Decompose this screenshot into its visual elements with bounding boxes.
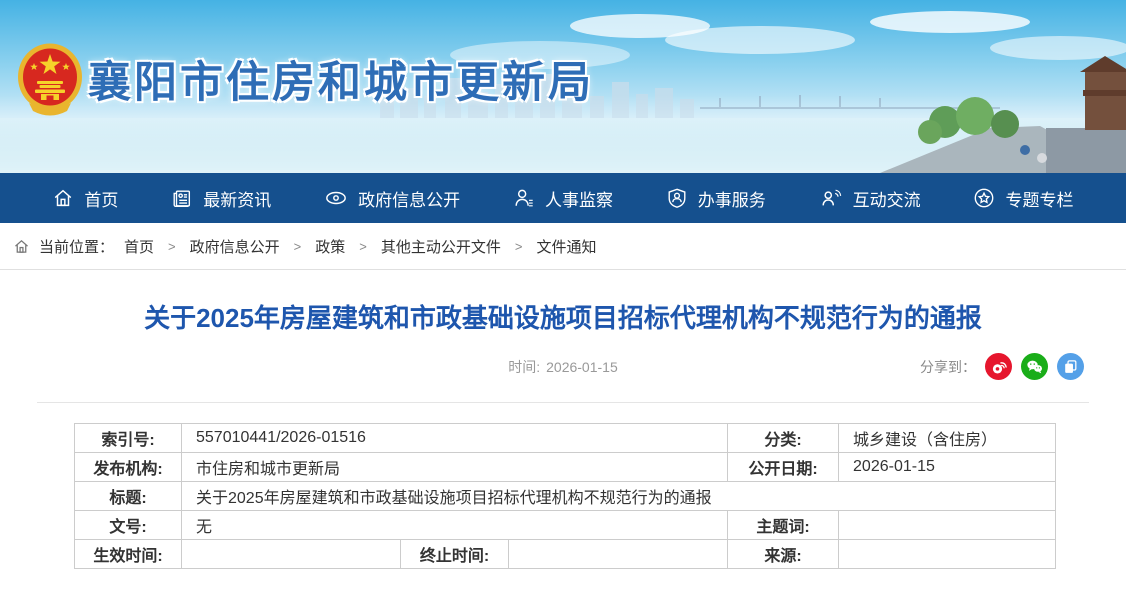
table-row: 发布机构: 市住房和城市更新局 公开日期: 2026-01-15 xyxy=(75,453,1056,482)
breadcrumb: 当前位置： 首页 > 政府信息公开 > 政策 > 其他主动公开文件 > 文件通知 xyxy=(0,223,1126,270)
breadcrumb-item-home[interactable]: 首页 xyxy=(124,236,154,257)
index-number-label: 索引号: xyxy=(75,424,182,453)
publisher-value: 市住房和城市更新局 xyxy=(182,453,728,482)
nav-item-special-topics[interactable]: 专题专栏 xyxy=(973,186,1073,211)
nav-item-label: 互动交流 xyxy=(853,186,921,211)
breadcrumb-item-other-docs[interactable]: 其他主动公开文件 xyxy=(381,236,501,257)
nav-item-label: 人事监察 xyxy=(545,186,613,211)
eye-icon xyxy=(324,187,348,209)
table-row: 生效时间: 终止时间: 来源: xyxy=(75,540,1056,569)
site-banner: 襄阳市住房和城市更新局 xyxy=(0,0,1126,173)
nav-item-label: 办事服务 xyxy=(698,186,766,211)
category-label: 分类: xyxy=(728,424,839,453)
time-value: 2026-01-15 xyxy=(546,359,618,375)
source-value xyxy=(839,540,1056,569)
breadcrumb-home-icon xyxy=(13,238,30,255)
share-bar: 分享到： xyxy=(920,353,1084,380)
national-emblem xyxy=(15,41,85,119)
publisher-label: 发布机构: xyxy=(75,453,182,482)
nav-item-interaction[interactable]: 互动交流 xyxy=(819,186,921,211)
effective-date-value xyxy=(182,540,401,569)
main-nav: 首页 最新资讯 政府信息公开 人事监察 办事服务 互动交流 xyxy=(0,173,1126,223)
nav-item-news[interactable]: 最新资讯 xyxy=(171,186,271,211)
nav-item-services[interactable]: 办事服务 xyxy=(666,186,766,211)
nav-item-label: 首页 xyxy=(84,186,118,211)
news-icon xyxy=(171,187,193,209)
nav-item-label: 最新资讯 xyxy=(203,186,271,211)
nav-item-label: 专题专栏 xyxy=(1005,186,1073,211)
nav-item-gov-info[interactable]: 政府信息公开 xyxy=(324,186,460,211)
breadcrumb-separator: > xyxy=(515,239,523,254)
doc-number-label: 文号: xyxy=(75,511,182,540)
breadcrumb-item-doc-notice[interactable]: 文件通知 xyxy=(536,236,596,257)
doc-title-label: 标题: xyxy=(75,482,182,511)
keywords-value xyxy=(839,511,1056,540)
share-weibo-icon[interactable] xyxy=(985,353,1012,380)
breadcrumb-separator: > xyxy=(168,239,176,254)
expiry-date-label: 终止时间: xyxy=(401,540,509,569)
keywords-label: 主题词: xyxy=(728,511,839,540)
nav-item-personnel[interactable]: 人事监察 xyxy=(513,186,613,211)
doc-title-value: 关于2025年房屋建筑和市政基础设施项目招标代理机构不规范行为的通报 xyxy=(182,482,1056,511)
breadcrumb-separator: > xyxy=(294,239,302,254)
index-number-value: 557010441/2026-01516 xyxy=(182,424,728,453)
shield-icon xyxy=(666,187,688,209)
nav-item-home[interactable]: 首页 xyxy=(52,186,118,211)
breadcrumb-item-gov-info[interactable]: 政府信息公开 xyxy=(190,236,280,257)
share-wechat-icon[interactable] xyxy=(1021,353,1048,380)
breadcrumb-separator: > xyxy=(359,239,367,254)
table-row: 文号: 无 主题词: xyxy=(75,511,1056,540)
nav-item-label: 政府信息公开 xyxy=(358,186,460,211)
document-meta-table: 索引号: 557010441/2026-01516 分类: 城乡建设（含住房） … xyxy=(74,423,1056,569)
share-label: 分享到： xyxy=(920,357,976,377)
category-value: 城乡建设（含住房） xyxy=(839,424,1056,453)
breadcrumb-location-label: 当前位置： xyxy=(39,236,114,257)
time-label: 时间: xyxy=(508,359,540,375)
breadcrumb-item-policy[interactable]: 政策 xyxy=(315,236,345,257)
source-label: 来源: xyxy=(728,540,839,569)
effective-date-label: 生效时间: xyxy=(75,540,182,569)
publish-date-label: 公开日期: xyxy=(728,453,839,482)
person-icon xyxy=(513,187,535,209)
article-main: 关于2025年房屋建筑和市政基础设施项目招标代理机构不规范行为的通报 时间: 20… xyxy=(0,300,1126,569)
site-title[interactable]: 襄阳市住房和城市更新局 xyxy=(88,48,594,110)
table-row: 索引号: 557010441/2026-01516 分类: 城乡建设（含住房） xyxy=(75,424,1056,453)
chat-icon xyxy=(819,187,843,209)
doc-number-value: 无 xyxy=(182,511,728,540)
content-divider xyxy=(37,402,1089,403)
star-icon xyxy=(973,187,995,209)
publish-date-value: 2026-01-15 xyxy=(839,453,1056,482)
table-row: 标题: 关于2025年房屋建筑和市政基础设施项目招标代理机构不规范行为的通报 xyxy=(75,482,1056,511)
article-meta-row: 时间: 2026-01-15 分享到： xyxy=(0,353,1126,381)
article-title: 关于2025年房屋建筑和市政基础设施项目招标代理机构不规范行为的通报 xyxy=(60,300,1066,336)
expiry-date-value xyxy=(509,540,728,569)
share-copylink-icon[interactable] xyxy=(1057,353,1084,380)
home-icon xyxy=(52,187,74,209)
